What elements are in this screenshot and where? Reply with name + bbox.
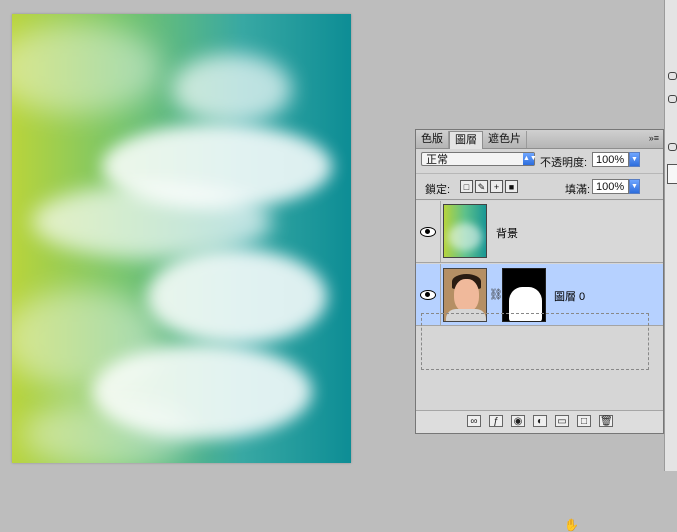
face-shape (454, 279, 479, 312)
group-icon[interactable]: ▭ (555, 415, 569, 427)
panel-tab-bar: 色版 圖層 遮色片 »≡ (416, 130, 663, 149)
panel-icon (668, 95, 677, 103)
eye-icon (420, 227, 436, 237)
blend-row: 正常 ▲▼ 不透明度: 100% ▼ (416, 149, 663, 174)
opacity-field[interactable]: 100% (592, 152, 629, 167)
fill-field[interactable]: 100% (592, 179, 629, 194)
mask-icon[interactable]: ◉ (511, 415, 525, 427)
panel-menu-icon[interactable]: »≡ (649, 133, 659, 143)
hand-cursor-icon: ✋ (564, 518, 579, 532)
lock-all-icon[interactable]: ■ (505, 180, 518, 193)
drag-preview-rect: ✋ (421, 313, 649, 532)
fill-label: 填滿: (565, 184, 591, 196)
fx-icon[interactable]: ƒ (489, 415, 503, 427)
lock-transparency-icon[interactable]: □ (460, 180, 473, 193)
visibility-toggle[interactable] (416, 201, 441, 262)
dropdown-arrow-icon: ▲▼ (523, 153, 537, 165)
right-panel-edge (664, 0, 677, 471)
lock-label: 鎖定: (425, 184, 451, 196)
blend-mode-select[interactable]: 正常 ▲▼ (421, 152, 537, 166)
tab-channels[interactable]: 色版 (416, 131, 449, 148)
lock-icons: □ ✎ + ■ (460, 180, 518, 193)
eye-icon (420, 290, 436, 300)
opacity-label: 不透明度: (540, 157, 588, 169)
panel-bottom-bar: ∞ ƒ ◉ ◐ ▭ □ 🗑 (416, 410, 663, 433)
trash-icon[interactable]: 🗑 (599, 415, 613, 427)
lock-move-icon[interactable]: + (490, 180, 503, 193)
panel-icon (668, 72, 677, 80)
bottom-icon-group: ∞ ƒ ◉ ◐ ▭ □ 🗑 (467, 415, 613, 427)
tab-masks[interactable]: 遮色片 (483, 131, 527, 148)
layer-name-background: 背景 (496, 228, 518, 240)
layer-name-layer0: 圖層 0 (554, 291, 586, 303)
lock-brush-icon[interactable]: ✎ (475, 180, 488, 193)
side-control[interactable] (667, 164, 677, 184)
new-layer-icon[interactable]: □ (577, 415, 591, 427)
opacity-dropdown-icon[interactable]: ▼ (629, 152, 640, 167)
adjustment-icon[interactable]: ◐ (533, 415, 547, 427)
layers-panel: 色版 圖層 遮色片 »≡ 正常 ▲▼ 不透明度: 100% ▼ 鎖定: □ ✎ … (415, 129, 664, 532)
document-canvas[interactable] (12, 14, 351, 463)
fill-dropdown-icon[interactable]: ▼ (629, 179, 640, 194)
blend-mode-value: 正常 (426, 154, 448, 166)
tab-layers[interactable]: 圖層 (449, 131, 483, 149)
lock-row: 鎖定: □ ✎ + ■ 填滿: 100% ▼ (416, 175, 663, 200)
layer-row-background[interactable]: 背景 (416, 201, 663, 263)
panel-icon (668, 143, 677, 151)
link-icon[interactable]: ∞ (467, 415, 481, 427)
chain-link-icon[interactable]: ⛓ (489, 288, 503, 301)
background-thumbnail (443, 204, 487, 258)
